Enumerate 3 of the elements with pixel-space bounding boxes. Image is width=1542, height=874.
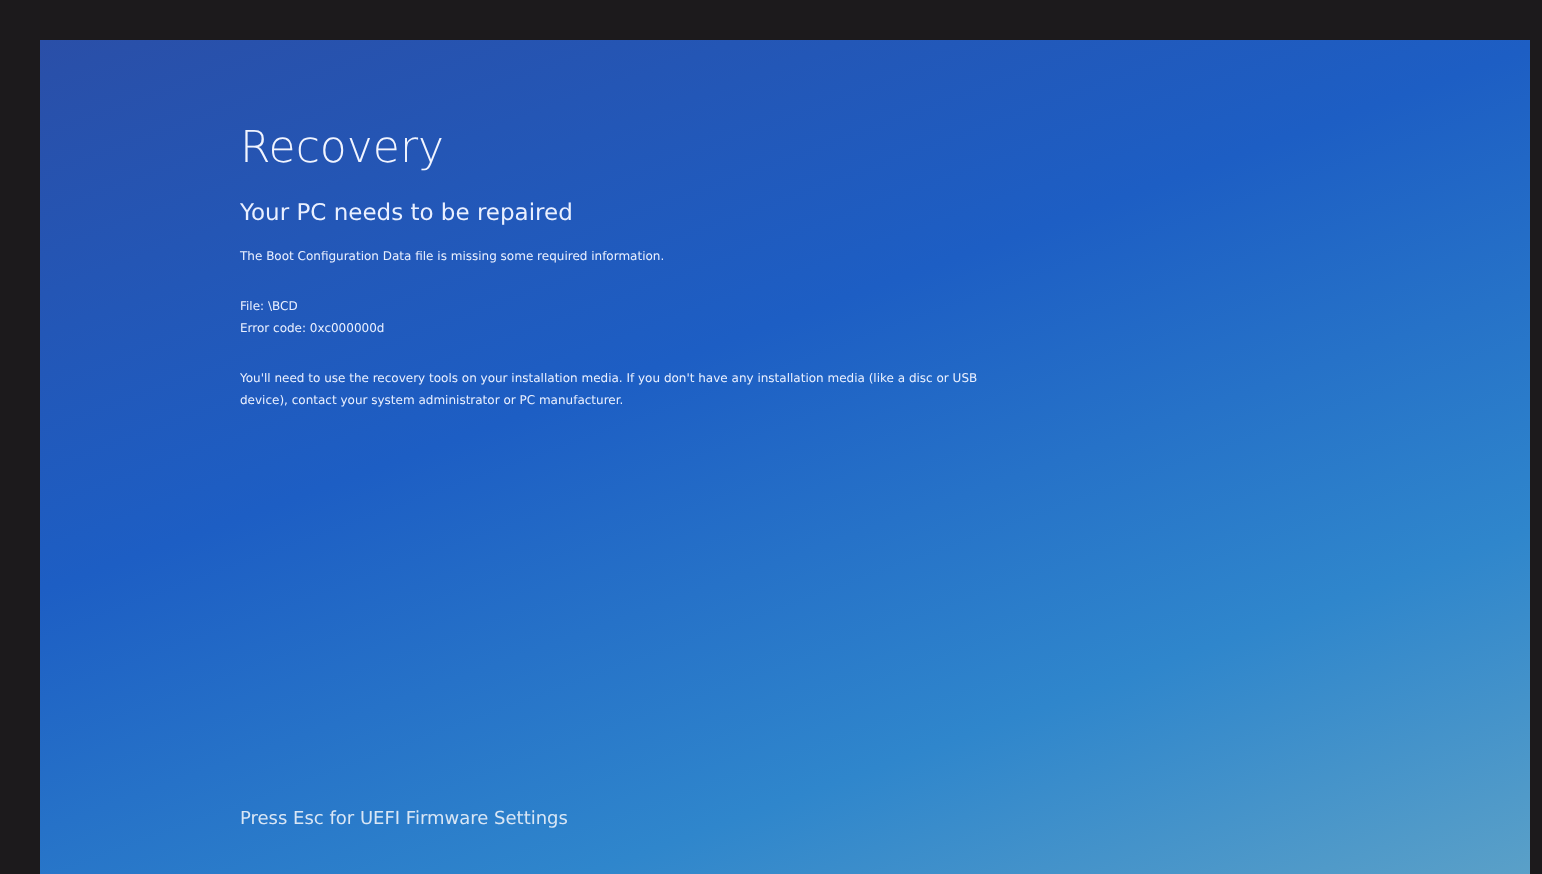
screen-title: Recovery	[240, 124, 447, 174]
firmware-hint: Press Esc for UEFI Firmware Settings	[240, 810, 570, 830]
error-heading: Your PC needs to be repaired	[240, 198, 575, 226]
